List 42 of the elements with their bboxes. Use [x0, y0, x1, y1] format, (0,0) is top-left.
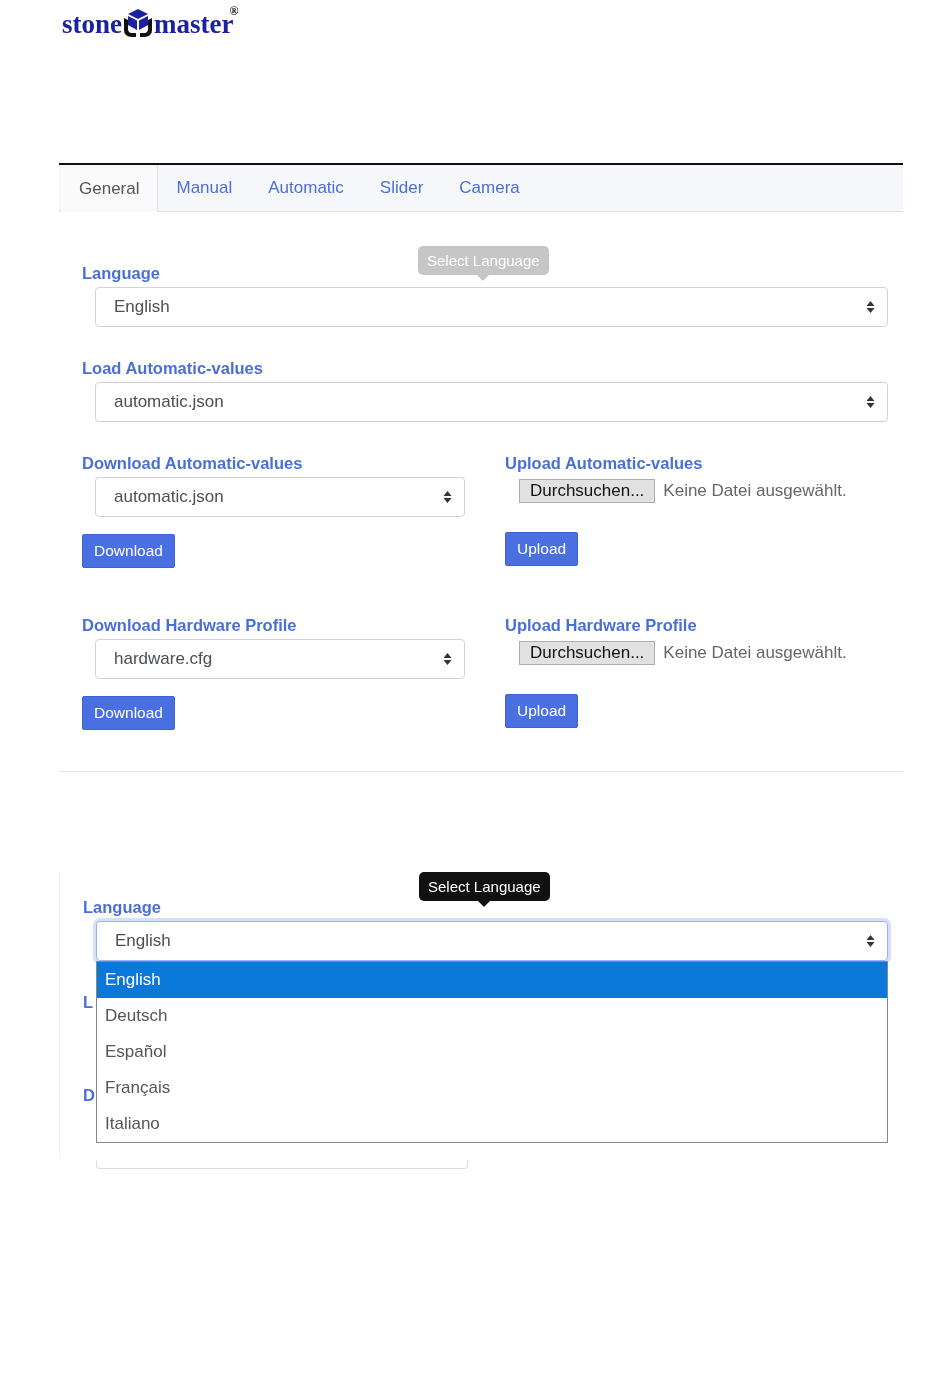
field-label: Load Automatic-values: [82, 359, 263, 378]
tooltip: Select Language: [418, 246, 549, 281]
field-label: Language: [82, 264, 160, 283]
field-label: Upload Hardware Profile: [505, 616, 697, 635]
tab[interactable]: General: [61, 165, 159, 212]
file-status: Keine Datei ausgewählt.: [663, 481, 847, 501]
tooltip: Select Language: [419, 872, 550, 907]
language-select[interactable]: English: [95, 287, 888, 327]
field-label: D: [83, 1086, 95, 1105]
tab[interactable]: Slider: [361, 165, 442, 211]
tooltip-pointer-icon: [478, 901, 491, 907]
tab[interactable]: Automatic: [250, 165, 362, 211]
field-label: Language: [83, 898, 161, 917]
dropdown-option[interactable]: Español: [97, 1034, 887, 1070]
file-select[interactable]: automatic.json: [95, 477, 465, 517]
tooltip-pointer-icon: [477, 275, 490, 281]
tab[interactable]: Manual: [158, 165, 251, 211]
download-button[interactable]: Download: [82, 534, 175, 568]
sort-arrows-icon: [866, 300, 875, 314]
sort-arrows-icon: [866, 934, 875, 948]
browse-button[interactable]: Durchsuchen...: [519, 641, 656, 665]
sort-arrows-icon: [443, 490, 452, 504]
file-status: Keine Datei ausgewählt.: [663, 643, 847, 663]
upload-button[interactable]: Upload: [505, 694, 579, 728]
logo: stone master$^{®}$: [62, 8, 239, 38]
dropdown-option[interactable]: Deutsch: [97, 998, 887, 1034]
download-button[interactable]: Download: [82, 696, 175, 730]
upload-button[interactable]: Upload: [505, 532, 579, 566]
dropdown-option[interactable]: Italiano: [97, 1106, 887, 1142]
dropdown-option[interactable]: Français: [97, 1070, 887, 1106]
language-select[interactable]: English: [96, 921, 888, 961]
file-select[interactable]: automatic.json: [95, 382, 888, 422]
file-select[interactable]: hardware.cfg: [95, 639, 465, 679]
sort-arrows-icon: [866, 395, 875, 409]
dropdown-option[interactable]: English: [97, 962, 887, 998]
field-label: Upload Automatic-values: [505, 454, 703, 473]
sort-arrows-icon: [443, 652, 452, 666]
field-label: L: [83, 993, 94, 1012]
tab[interactable]: Camera: [441, 165, 538, 211]
field-label: Download Automatic-values: [82, 454, 303, 473]
browse-button[interactable]: Durchsuchen...: [519, 479, 656, 503]
field-label: Download Hardware Profile: [82, 616, 297, 635]
